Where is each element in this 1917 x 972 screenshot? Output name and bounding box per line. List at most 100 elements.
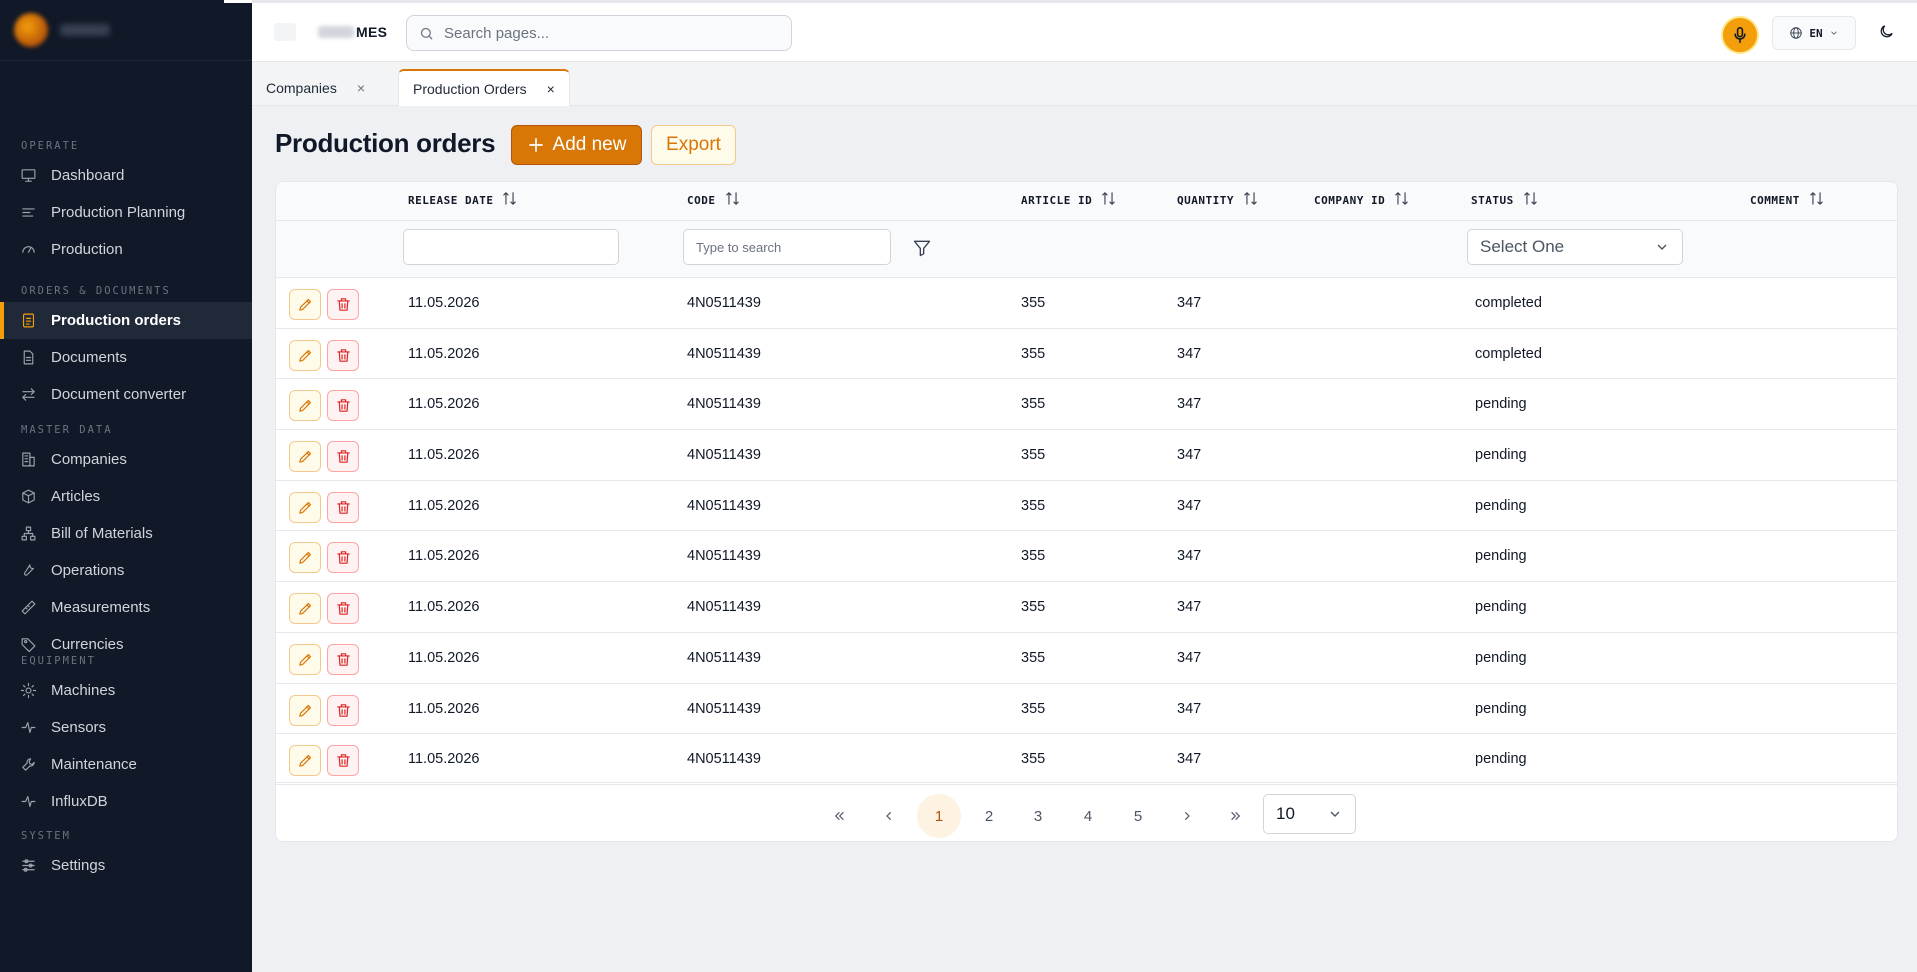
sort-icon bbox=[1810, 192, 1823, 205]
delete-button[interactable] bbox=[327, 339, 359, 371]
sidebar-item-production-orders[interactable]: Production orders bbox=[0, 302, 252, 339]
page-button-3[interactable]: 3 bbox=[1016, 794, 1060, 838]
edit-button[interactable] bbox=[289, 390, 321, 422]
table-row[interactable]: 11.05.2026 4N0511439 355 347 pending bbox=[276, 531, 1897, 583]
edit-button[interactable] bbox=[289, 694, 321, 726]
export-button[interactable]: Export bbox=[651, 125, 736, 165]
menu-toggle-button[interactable] bbox=[274, 23, 296, 41]
column-article-id[interactable]: ARTICLE ID bbox=[1021, 192, 1117, 207]
first-page-button[interactable] bbox=[817, 794, 861, 838]
edit-button[interactable] bbox=[289, 593, 321, 625]
tab-close-icon[interactable]: × bbox=[547, 81, 555, 97]
edit-button[interactable] bbox=[289, 441, 321, 473]
edit-button[interactable] bbox=[289, 491, 321, 523]
page-button-4[interactable]: 4 bbox=[1066, 794, 1110, 838]
table-row[interactable]: 11.05.2026 4N0511439 355 347 pending bbox=[276, 684, 1897, 735]
status-filter-select[interactable]: Select One bbox=[1467, 229, 1683, 265]
page-button-5[interactable]: 5 bbox=[1116, 794, 1160, 838]
tab-label: Companies bbox=[266, 79, 337, 96]
sidebar-item-sensors[interactable]: Sensors bbox=[0, 709, 252, 746]
sidebar-item-machines[interactable]: Machines bbox=[0, 672, 252, 709]
column-status[interactable]: STATUS bbox=[1471, 192, 1539, 207]
sidebar-item-settings[interactable]: Settings bbox=[0, 847, 252, 884]
pencil-icon bbox=[298, 653, 311, 666]
edit-button[interactable] bbox=[289, 339, 321, 371]
column-comment[interactable]: COMMENT bbox=[1750, 192, 1825, 207]
sidebar-item-operations[interactable]: Operations bbox=[0, 552, 252, 589]
add-new-button[interactable]: Add new bbox=[511, 125, 642, 165]
delete-button[interactable] bbox=[327, 289, 359, 320]
sidebar-item-production-planning[interactable]: Production Planning bbox=[0, 194, 252, 231]
table-row[interactable]: 11.05.2026 4N0511439 355 347 pending bbox=[276, 379, 1897, 431]
edit-button[interactable] bbox=[289, 745, 321, 777]
column-quantity[interactable]: QUANTITY bbox=[1177, 192, 1259, 207]
per-page-value: 10 bbox=[1276, 804, 1295, 823]
cell-release-date: 11.05.2026 bbox=[408, 345, 480, 362]
edit-button[interactable] bbox=[289, 542, 321, 574]
sidebar-item-maintenance[interactable]: Maintenance bbox=[0, 746, 252, 783]
code-filter-input[interactable] bbox=[683, 229, 891, 265]
sidebar-item-documents[interactable]: Documents bbox=[0, 339, 252, 376]
delete-button[interactable] bbox=[327, 390, 359, 422]
chevron-down-icon bbox=[1657, 244, 1667, 250]
sidebar-item-production[interactable]: Production bbox=[0, 231, 252, 268]
table-row[interactable]: 11.05.2026 4N0511439 355 347 pending bbox=[276, 582, 1897, 633]
tab-close-icon[interactable]: × bbox=[357, 80, 365, 96]
page-button-2[interactable]: 2 bbox=[967, 794, 1011, 838]
search-box[interactable] bbox=[406, 15, 792, 51]
language-selector[interactable]: EN bbox=[1772, 16, 1856, 50]
sidebar-item-influxdb[interactable]: InfluxDB bbox=[0, 783, 252, 820]
column-release-date[interactable]: RELEASE DATE bbox=[408, 192, 518, 207]
sidebar-item-document-converter[interactable]: Document converter bbox=[0, 376, 252, 413]
search-input[interactable] bbox=[444, 24, 774, 42]
delete-button[interactable] bbox=[327, 441, 359, 473]
sidebar-item-label: Production Planning bbox=[51, 204, 186, 221]
sidebar-item-measurements[interactable]: Measurements bbox=[0, 589, 252, 626]
page-title: Production orders bbox=[275, 128, 496, 158]
previous-page-button[interactable] bbox=[867, 794, 911, 838]
table-row[interactable]: 11.05.2026 4N0511439 355 347 completed bbox=[276, 329, 1897, 380]
status-select-value: Select One bbox=[1480, 237, 1565, 256]
table-body: 11.05.2026 4N0511439 355 347 completed 11.05.… bbox=[276, 278, 1897, 785]
chevron-down-icon bbox=[1830, 31, 1837, 35]
tab-companies[interactable]: Companies × bbox=[252, 69, 379, 106]
edit-button[interactable] bbox=[289, 643, 321, 675]
tab-production-orders[interactable]: Production Orders × bbox=[398, 69, 570, 106]
sidebar-item-companies[interactable]: Companies bbox=[0, 441, 252, 478]
delete-button[interactable] bbox=[327, 694, 359, 726]
brand-logo bbox=[14, 13, 48, 47]
delete-button[interactable] bbox=[327, 491, 359, 523]
trash-icon bbox=[336, 399, 350, 413]
sidebar-item-label: Settings bbox=[51, 857, 106, 874]
next-page-button[interactable] bbox=[1165, 794, 1209, 838]
release-date-filter[interactable] bbox=[403, 229, 619, 265]
sidebar-item-dashboard[interactable]: Dashboard bbox=[0, 157, 252, 194]
table-row[interactable]: 11.05.2026 4N0511439 355 347 completed bbox=[276, 278, 1897, 329]
pencil-icon bbox=[298, 298, 311, 311]
table-row[interactable]: 11.05.2026 4N0511439 355 347 pending bbox=[276, 734, 1897, 785]
column-code[interactable]: CODE bbox=[687, 192, 741, 207]
last-page-button[interactable] bbox=[1214, 794, 1258, 838]
sidebar-item-bill-of-materials[interactable]: Bill of Materials bbox=[0, 515, 252, 552]
hierarchy-icon bbox=[21, 526, 36, 541]
delete-button[interactable] bbox=[327, 643, 359, 675]
column-company-id[interactable]: COMPANY ID bbox=[1314, 192, 1410, 207]
table-row[interactable]: 11.05.2026 4N0511439 355 347 pending bbox=[276, 430, 1897, 481]
page-button-1[interactable]: 1 bbox=[917, 794, 961, 838]
delete-button[interactable] bbox=[327, 542, 359, 574]
delete-button[interactable] bbox=[327, 745, 359, 777]
theme-toggle-button[interactable] bbox=[1878, 23, 1898, 43]
delete-button[interactable] bbox=[327, 593, 359, 625]
cell-release-date: 11.05.2026 bbox=[408, 548, 480, 565]
table-row[interactable]: 11.05.2026 4N0511439 355 347 pending bbox=[276, 633, 1897, 684]
pencil-icon bbox=[298, 349, 311, 362]
brand-name-blurred bbox=[60, 24, 110, 36]
microphone-button[interactable] bbox=[1723, 18, 1757, 52]
per-page-select[interactable]: 10 bbox=[1263, 794, 1356, 834]
sidebar-item-label: Document converter bbox=[51, 386, 187, 403]
filter-icon[interactable] bbox=[912, 238, 932, 258]
edit-button[interactable] bbox=[289, 289, 321, 320]
chevron-down-icon bbox=[1330, 811, 1340, 817]
sidebar-item-articles[interactable]: Articles bbox=[0, 478, 252, 515]
table-row[interactable]: 11.05.2026 4N0511439 355 347 pending bbox=[276, 481, 1897, 532]
